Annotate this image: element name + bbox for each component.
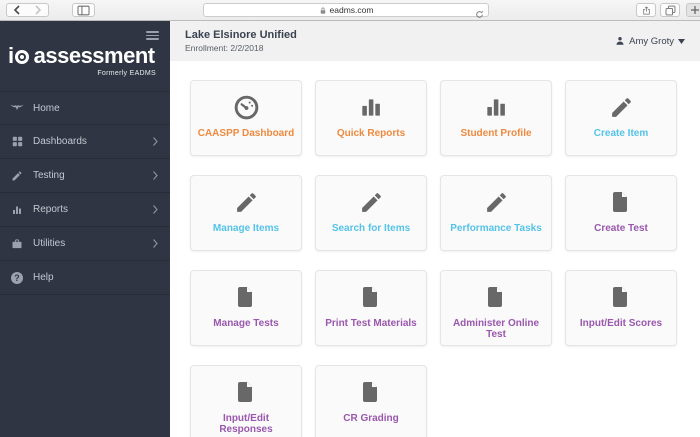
chevron-left-icon <box>13 5 20 15</box>
app-logo: i assessment Formerly EADMS <box>0 21 170 87</box>
card-search-for-items[interactable]: Search for Items <box>315 175 427 251</box>
submenu-chevron-icon <box>153 137 158 146</box>
bar-chart-icon <box>358 93 384 121</box>
tab-overview-button[interactable] <box>660 3 680 17</box>
card-create-test[interactable]: Create Test <box>565 175 677 251</box>
district-title: Lake Elsinore Unified <box>185 29 297 41</box>
hamburger-menu-icon[interactable] <box>146 29 159 42</box>
gauge-icon <box>233 93 260 121</box>
sidebar-item-label: Reports <box>33 204 69 215</box>
enrollment-date: Enrollment: 2/2/2018 <box>185 43 264 53</box>
logo-target-icon <box>14 50 29 64</box>
submenu-chevron-icon <box>153 205 158 214</box>
card-input-edit-responses[interactable]: Input/Edit Responses <box>190 365 302 437</box>
pencil-icon <box>10 170 24 182</box>
submenu-chevron-icon <box>153 171 158 180</box>
card-label: Input/Edit Responses <box>219 413 273 435</box>
sidebar-item-label: Home <box>33 102 60 114</box>
file-icon <box>234 378 258 406</box>
sidebar-item-label: Utilities <box>33 238 66 249</box>
reload-button[interactable] <box>475 6 484 24</box>
bar-chart-icon <box>483 93 509 121</box>
pencil-icon <box>609 93 634 121</box>
file-icon <box>359 378 383 406</box>
card-label: Print Test Materials <box>325 318 417 329</box>
card-label: Administer Online Test <box>452 318 540 340</box>
dashboard-content: CAASPP Dashboard Quick Reports Student P… <box>170 61 700 437</box>
sidebar-item-help[interactable]: ? Help <box>0 261 170 295</box>
new-tab-button[interactable] <box>686 3 700 17</box>
card-label: Create Item <box>593 128 649 139</box>
user-icon <box>616 37 624 45</box>
file-icon <box>359 283 383 311</box>
browser-chrome: eadms.com <box>0 0 700 21</box>
share-icon <box>642 6 650 15</box>
url-text: eadms.com <box>329 5 374 15</box>
sidebar-toggle-icon <box>77 5 90 15</box>
caret-down-icon <box>678 38 685 44</box>
card-manage-tests[interactable]: Manage Tests <box>190 270 302 346</box>
logo-word: assessment <box>33 43 155 68</box>
question-icon: ? <box>10 271 24 284</box>
bar-chart-icon <box>10 204 24 216</box>
user-menu[interactable]: Amy Groty <box>615 36 685 47</box>
sidebar-item-label: Dashboards <box>33 136 87 147</box>
tabs-icon <box>665 5 675 15</box>
file-icon <box>234 283 258 311</box>
card-label: Search for Items <box>331 223 411 234</box>
card-label: Performance Tasks <box>450 223 542 234</box>
page-header: Lake Elsinore Unified Enrollment: 2/2/20… <box>170 21 700 61</box>
card-label: Manage Items <box>212 223 280 234</box>
file-icon <box>484 283 508 311</box>
card-student-profile[interactable]: Student Profile <box>440 80 552 156</box>
pencil-icon <box>484 188 509 216</box>
reload-icon <box>476 10 483 18</box>
share-button[interactable] <box>636 3 656 17</box>
card-create-item[interactable]: Create Item <box>565 80 677 156</box>
briefcase-icon <box>10 238 24 250</box>
browser-forward-button[interactable] <box>27 3 49 17</box>
address-bar[interactable]: eadms.com <box>203 3 489 18</box>
card-label: CAASPP Dashboard <box>197 128 295 139</box>
sidebar-item-label: Help <box>33 272 54 283</box>
card-grid: CAASPP Dashboard Quick Reports Student P… <box>190 80 700 437</box>
browser-back-button[interactable] <box>6 3 28 17</box>
browser-sidebar-toggle-button[interactable] <box>72 3 95 17</box>
card-label: Manage Tests <box>213 318 279 329</box>
sidebar-item-home[interactable]: Home <box>0 91 170 125</box>
card-manage-items[interactable]: Manage Items <box>190 175 302 251</box>
sidebar-item-testing[interactable]: Testing <box>0 159 170 193</box>
card-label: CR Grading <box>343 413 399 424</box>
card-print-test-materials[interactable]: Print Test Materials <box>315 270 427 346</box>
sidebar-item-label: Testing <box>33 170 65 181</box>
logo-i: i <box>8 43 14 68</box>
submenu-chevron-icon <box>153 239 158 248</box>
pencil-icon <box>359 188 384 216</box>
card-label: Student Profile <box>460 128 532 139</box>
logo-tagline: Formerly EADMS <box>97 70 156 77</box>
plus-icon <box>691 6 699 14</box>
card-performance-tasks[interactable]: Performance Tasks <box>440 175 552 251</box>
card-quick-reports[interactable]: Quick Reports <box>315 80 427 156</box>
sidebar-item-reports[interactable]: Reports <box>0 193 170 227</box>
lock-icon <box>320 7 325 14</box>
card-label: Quick Reports <box>336 128 406 139</box>
sidebar-item-utilities[interactable]: Utilities <box>0 227 170 261</box>
card-caaspp-dashboard[interactable]: CAASPP Dashboard <box>190 80 302 156</box>
card-cr-grading[interactable]: CR Grading <box>315 365 427 437</box>
chevron-right-icon <box>34 5 41 15</box>
card-label: Create Test <box>594 223 648 234</box>
file-icon <box>609 283 633 311</box>
sidebar: i assessment Formerly EADMS Home Dashboar… <box>0 21 170 437</box>
dashboards-icon <box>10 136 24 147</box>
sidebar-item-dashboards[interactable]: Dashboards <box>0 125 170 159</box>
card-input-edit-scores[interactable]: Input/Edit Scores <box>565 270 677 346</box>
pencil-icon <box>234 188 259 216</box>
file-icon <box>609 188 633 216</box>
card-label: Input/Edit Scores <box>579 318 663 329</box>
card-administer-online-test[interactable]: Administer Online Test <box>440 270 552 346</box>
user-name: Amy Groty <box>629 35 674 47</box>
home-icon <box>10 103 24 114</box>
